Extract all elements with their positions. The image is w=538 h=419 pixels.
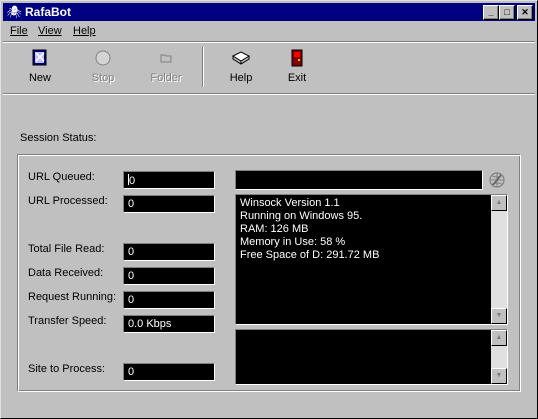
exit-button[interactable]: Exit xyxy=(272,47,322,87)
book-icon xyxy=(231,51,251,65)
scroll-down-arrow-icon[interactable]: ▼ xyxy=(491,368,507,384)
folder-icon xyxy=(160,54,172,63)
info-line: Free Space of D: 291.72 MB xyxy=(240,249,380,261)
help-button[interactable]: Help xyxy=(216,47,266,87)
menu-help[interactable]: Help xyxy=(73,25,96,37)
title-bar[interactable]: 🕷 RafaBot _ □ ✕ xyxy=(3,3,535,21)
url-queued-field[interactable]: 0 xyxy=(123,171,215,189)
url-queued-label: URL Queued: xyxy=(28,171,95,183)
url-processed-label: URL Processed: xyxy=(28,195,108,207)
toolbar-separator xyxy=(3,93,535,95)
total-file-read-field[interactable]: 0 xyxy=(123,243,215,261)
transfer-speed-field[interactable]: 0.0 Kbps xyxy=(123,315,215,333)
globe-icon[interactable] xyxy=(488,171,506,189)
info-scrollbar[interactable]: ▲ ▼ xyxy=(491,195,507,324)
minimize-button[interactable]: _ xyxy=(483,5,499,20)
site-to-process-field[interactable]: 0 xyxy=(123,363,215,381)
info-line: Winsock Version 1.1 xyxy=(240,197,340,209)
site-to-process-label: Site to Process: xyxy=(28,363,106,375)
total-file-read-label: Total File Read: xyxy=(28,243,105,255)
new-button[interactable]: New xyxy=(15,47,65,87)
main-window: 🕷 RafaBot _ □ ✕ File View Help New Stop … xyxy=(0,0,538,419)
maximize-button[interactable]: □ xyxy=(499,5,515,20)
data-received-label: Data Received: xyxy=(28,267,104,279)
stop-icon xyxy=(95,50,111,66)
info-line: Running on Windows 95. xyxy=(240,210,363,222)
toolbar-divider xyxy=(202,47,204,87)
request-running-label: Request Running: xyxy=(28,291,117,303)
menu-file[interactable]: File xyxy=(10,25,28,37)
door-icon xyxy=(291,49,303,67)
spider-icon: 🕷 xyxy=(6,5,22,19)
system-info-panel[interactable]: Winsock Version 1.1 Running on Windows 9… xyxy=(235,194,508,325)
scroll-up-arrow-icon[interactable]: ▲ xyxy=(491,195,507,211)
url-processed-field[interactable]: 0 xyxy=(123,195,215,213)
new-icon xyxy=(32,49,47,66)
menu-view[interactable]: View xyxy=(38,25,62,37)
transfer-speed-label: Transfer Speed: xyxy=(28,315,107,327)
stop-button[interactable]: Stop xyxy=(78,47,128,87)
info-line: RAM: 126 MB xyxy=(240,223,309,235)
menu-separator xyxy=(3,41,535,43)
folder-button[interactable]: Folder xyxy=(141,47,191,87)
log-panel[interactable]: ▲ ▼ xyxy=(235,329,508,385)
url-input[interactable] xyxy=(235,170,483,190)
scroll-up-arrow-icon[interactable]: ▲ xyxy=(491,330,507,346)
menu-bar: File View Help xyxy=(3,22,535,40)
session-status-label: Session Status: xyxy=(20,132,97,144)
request-running-field[interactable]: 0 xyxy=(123,291,215,309)
data-received-field[interactable]: 0 xyxy=(123,267,215,285)
window-title: RafaBot xyxy=(25,5,72,19)
info-line: Memory in Use: 58 % xyxy=(240,236,346,248)
close-button[interactable]: ✕ xyxy=(517,5,533,20)
scroll-down-arrow-icon[interactable]: ▼ xyxy=(491,308,507,324)
log-scrollbar[interactable]: ▲ ▼ xyxy=(491,330,507,384)
